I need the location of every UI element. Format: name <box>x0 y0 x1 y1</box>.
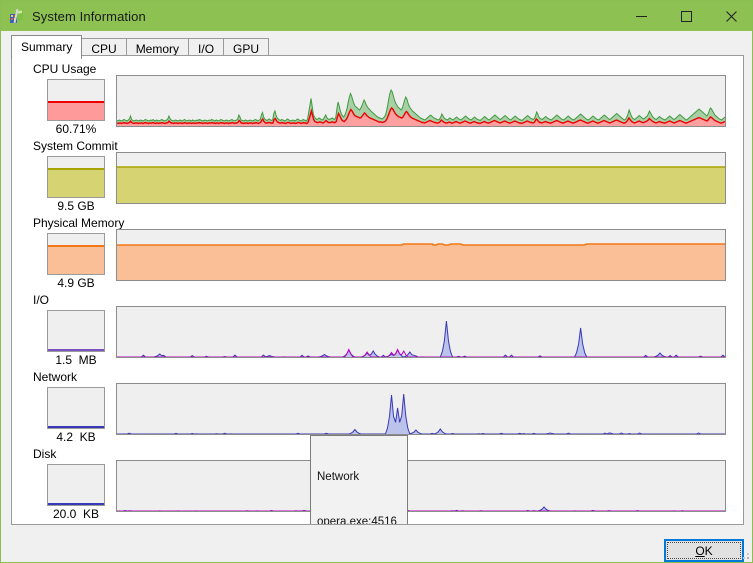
minimize-button[interactable] <box>619 1 664 31</box>
maximize-button[interactable] <box>664 1 709 31</box>
process-explorer-icon <box>9 8 25 24</box>
gauge-io[interactable] <box>47 310 105 352</box>
tooltip-title: Network <box>317 471 360 483</box>
metric-label-io: I/O <box>33 293 50 307</box>
graph-commit[interactable] <box>116 152 726 204</box>
metric-label-commit: System Commit <box>33 139 118 153</box>
tab-summary[interactable]: Summary <box>11 35 83 59</box>
metric-label-physmem: Physical Memory <box>33 216 125 230</box>
tab-label: I/O <box>198 42 215 56</box>
gauge-fill-cpu <box>48 101 104 120</box>
title-bar: System Information <box>1 1 752 31</box>
metric-label-cpu: CPU Usage <box>33 62 97 76</box>
tab-label: GPU <box>233 42 260 56</box>
graph-cpu[interactable] <box>116 75 726 127</box>
summary-panel: CPU Usage 60.71% System Commit 9.5 GB Physic… <box>11 55 744 525</box>
gauge-network[interactable] <box>47 387 105 429</box>
window-controls <box>619 1 752 31</box>
graph-physmem[interactable] <box>116 229 726 281</box>
gauge-fill-disk <box>48 503 104 505</box>
gauge-fill-io <box>48 349 104 351</box>
gauge-fill-network <box>48 426 104 428</box>
graph-network[interactable] <box>116 383 726 435</box>
tab-label: CPU <box>91 42 117 56</box>
gauge-commit[interactable] <box>47 156 105 198</box>
ok-label-mnemonic: O <box>695 543 705 558</box>
gauge-fill-physmem <box>48 245 104 274</box>
system-information-window: System Information Summary CPU Memory I/O GP… <box>0 0 753 563</box>
network-tooltip: Network opera.exe:4516 R: 123.5 KB O: 12… <box>310 435 408 525</box>
gauge-disk[interactable] <box>47 464 105 506</box>
window-title: System Information <box>32 8 146 24</box>
metric-label-disk: Disk <box>33 447 57 461</box>
gauge-physmem[interactable] <box>47 233 105 275</box>
ok-label-rest: K <box>704 543 713 558</box>
ok-button[interactable]: OK <box>664 539 744 562</box>
ok-button-inner: OK <box>667 542 741 559</box>
tab-label: Summary <box>21 40 73 54</box>
tab-label: Memory <box>135 42 180 56</box>
gauge-cpu[interactable] <box>47 79 105 121</box>
resize-grip[interactable] <box>738 548 750 560</box>
graph-disk[interactable] <box>116 460 726 512</box>
graph-io[interactable] <box>116 306 726 358</box>
tab-strip: Summary CPU Memory I/O GPU <box>1 31 752 59</box>
gauge-fill-commit <box>48 168 104 197</box>
metric-label-network: Network <box>33 370 78 384</box>
tooltip-process: opera.exe:4516 <box>317 516 397 525</box>
close-button[interactable] <box>709 1 752 31</box>
